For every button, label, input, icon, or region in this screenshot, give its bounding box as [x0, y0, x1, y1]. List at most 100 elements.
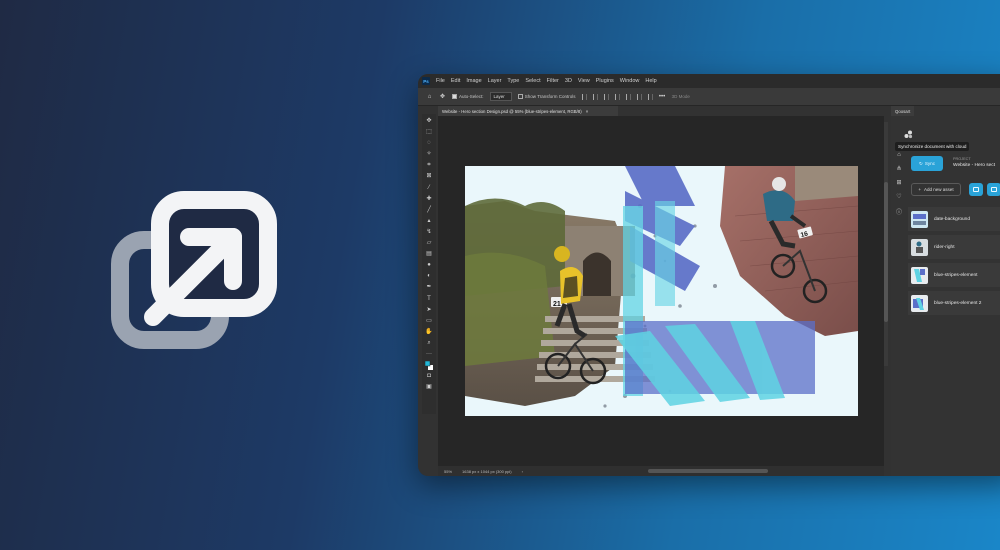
- healing-brush-icon[interactable]: ✚: [425, 195, 433, 203]
- asset-thumbnail: [911, 266, 928, 284]
- vertical-scrollbar[interactable]: [884, 122, 888, 366]
- transform-controls-checkbox[interactable]: Show Transform Controls: [517, 94, 576, 100]
- external-link-icon: [111, 191, 277, 349]
- menu-edit[interactable]: Edit: [451, 78, 460, 84]
- plus-icon: +: [918, 187, 922, 192]
- more-options-icon[interactable]: •••: [659, 93, 666, 100]
- horizontal-scrollbar[interactable]: [648, 469, 768, 473]
- 3d-mode-label: 3D Mode: [671, 94, 690, 99]
- asset-thumbnail: [911, 210, 928, 228]
- menu-3d[interactable]: 3D: [565, 78, 572, 84]
- lasso-icon[interactable]: ◌: [425, 139, 433, 147]
- blur-icon[interactable]: ●: [425, 261, 433, 269]
- crop-icon: [991, 187, 997, 192]
- share-icon[interactable]: ⋔: [896, 165, 901, 172]
- pen-icon[interactable]: ✒: [425, 283, 433, 291]
- frame-button[interactable]: [969, 183, 983, 196]
- frame-icon[interactable]: ⊠: [425, 172, 433, 180]
- add-asset-label: Add new asset: [924, 187, 954, 192]
- sync-tooltip: Synchronize document with cloud: [895, 142, 970, 151]
- heart-icon[interactable]: ♡: [896, 193, 901, 200]
- asset-item[interactable]: rider-right: [908, 235, 1000, 259]
- document-dimensions: 1638 px x 1044 px (300 ppi): [462, 468, 512, 474]
- align-right-icon[interactable]: [603, 93, 609, 100]
- panel-tab[interactable]: Qoosart: [891, 106, 915, 116]
- quick-mask-icon[interactable]: ◘: [425, 372, 433, 380]
- sync-label: Sync: [924, 161, 936, 166]
- document-title: Website - Hero section Design.psd @ 55% …: [442, 108, 582, 114]
- plugin-panel: Qoosart Synchronize document with cloud …: [891, 106, 1000, 476]
- photoshop-logo-icon: Ps: [422, 77, 430, 85]
- more-tools-icon[interactable]: ···: [425, 350, 433, 358]
- path-selection-icon[interactable]: ➤: [425, 306, 433, 314]
- add-asset-button[interactable]: + Add new asset: [911, 183, 961, 196]
- photoshop-window: Ps File Edit Image Layer Type Select Fil…: [418, 74, 1000, 476]
- color-swatches-icon[interactable]: [425, 360, 433, 370]
- asset-item[interactable]: blue-stripes-element: [908, 263, 1000, 287]
- align-bottom-icon[interactable]: [636, 93, 642, 100]
- asset-item[interactable]: date-background: [908, 207, 1000, 231]
- menu-filter[interactable]: Filter: [547, 78, 559, 84]
- distribute-icon[interactable]: [647, 93, 653, 100]
- eraser-icon[interactable]: ▱: [425, 239, 433, 247]
- magic-wand-icon[interactable]: ✧: [425, 150, 433, 158]
- menu-type[interactable]: Type: [507, 78, 519, 84]
- auto-select-dropdown[interactable]: Layer: [489, 92, 512, 101]
- eyedropper-icon[interactable]: ⁄: [425, 184, 433, 192]
- auto-select-label: Auto-Select:: [459, 93, 484, 99]
- gradient-icon[interactable]: ▤: [425, 250, 433, 258]
- asset-name: date-background: [934, 216, 971, 222]
- close-tab-icon[interactable]: ×: [586, 109, 589, 114]
- crop-icon[interactable]: ⌗: [425, 161, 433, 169]
- document-tab[interactable]: Website - Hero section Design.psd @ 55% …: [438, 106, 618, 116]
- brush-icon[interactable]: ╱: [425, 206, 433, 214]
- help-icon[interactable]: ⓘ: [896, 207, 902, 216]
- frame-icon: [973, 187, 979, 192]
- asset-thumbnail: [911, 294, 928, 312]
- sync-button[interactable]: ↻ Sync: [911, 156, 943, 171]
- options-bar: ⌂ ✥ Auto-Select: Layer Show Transform Co…: [418, 88, 1000, 106]
- grid-icon[interactable]: ⊞: [896, 179, 901, 186]
- align-center-icon[interactable]: [592, 93, 598, 100]
- menu-window[interactable]: Window: [620, 78, 640, 84]
- move-tool-icon[interactable]: ✥: [439, 93, 446, 100]
- status-arrow-icon[interactable]: ›: [522, 469, 523, 474]
- menu-file[interactable]: File: [436, 78, 445, 84]
- rectangle-icon[interactable]: ▭: [425, 317, 433, 325]
- zoom-level[interactable]: 55%: [444, 469, 452, 474]
- zoom-icon[interactable]: ⌕: [425, 339, 433, 347]
- menu-layer[interactable]: Layer: [488, 78, 502, 84]
- menu-select[interactable]: Select: [525, 78, 540, 84]
- home-icon[interactable]: ⌂: [426, 93, 433, 100]
- menu-bar: Ps File Edit Image Layer Type Select Fil…: [418, 74, 1000, 88]
- hand-icon[interactable]: ✋: [425, 328, 433, 336]
- crop-button[interactable]: [987, 183, 1000, 196]
- project-label: PROJECT: [953, 157, 971, 161]
- history-brush-icon[interactable]: ↯: [425, 228, 433, 236]
- scroll-thumb[interactable]: [884, 182, 888, 322]
- menu-image[interactable]: Image: [466, 78, 481, 84]
- status-bar: 55% 1638 px x 1044 px (300 ppi) ›: [438, 466, 884, 476]
- align-left-icon[interactable]: [581, 93, 587, 100]
- menu-view[interactable]: View: [578, 78, 590, 84]
- artboard[interactable]: 21 16: [465, 166, 858, 416]
- dodge-icon[interactable]: ◐: [425, 272, 433, 280]
- project-name[interactable]: Website - Hero sect: [953, 163, 995, 168]
- type-icon[interactable]: T: [425, 295, 433, 303]
- menu-plugins[interactable]: Plugins: [596, 78, 614, 84]
- menu-help[interactable]: Help: [645, 78, 656, 84]
- canvas-area[interactable]: 21 16: [438, 116, 884, 466]
- home-icon[interactable]: ⌂: [897, 152, 901, 158]
- tools-panel: ✥ ⬚ ◌ ✧ ⌗ ⊠ ⁄ ✚ ╱ ▴ ↯ ▱ ▤ ● ◐ ✒ T ➤ ▭ ✋ …: [422, 114, 436, 414]
- stamp-icon[interactable]: ▴: [425, 217, 433, 225]
- move-icon[interactable]: ✥: [425, 117, 433, 125]
- sync-icon: ↻: [918, 160, 923, 166]
- asset-item[interactable]: blue-stripes-element 2: [908, 291, 1000, 315]
- align-middle-icon[interactable]: [625, 93, 631, 100]
- asset-list: date-background rider-right blue-stripes…: [908, 207, 1000, 319]
- screen-mode-icon[interactable]: ▣: [425, 383, 433, 391]
- marquee-icon[interactable]: ⬚: [425, 128, 433, 136]
- rider-left-number: 21: [553, 301, 561, 308]
- align-top-icon[interactable]: [614, 93, 620, 100]
- auto-select-checkbox[interactable]: Auto-Select:: [452, 93, 484, 100]
